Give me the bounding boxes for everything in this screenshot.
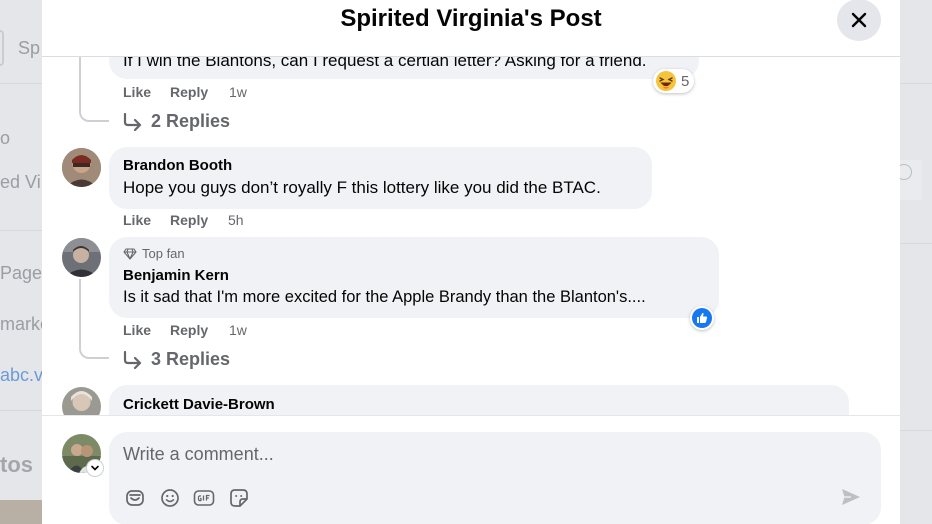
divider <box>900 430 932 431</box>
comment-text: If I win the Blantons, can I request a c… <box>123 57 647 70</box>
dialog-title: Spirited Virginia's Post <box>340 5 602 32</box>
comment-bubble: Crickett Davie-Brown <box>109 385 849 415</box>
sticker-button[interactable] <box>228 487 250 509</box>
comment-author[interactable]: Benjamin Kern <box>123 267 229 284</box>
reply-button[interactable]: Reply <box>170 212 208 228</box>
like-button[interactable]: Like <box>123 84 151 100</box>
like-button[interactable]: Like <box>123 322 151 338</box>
comment-composer <box>42 415 900 524</box>
post-dialog: Spirited Virginia's Post If I win the Bl… <box>42 0 900 524</box>
comment-author[interactable]: Crickett Davie-Brown <box>123 396 275 413</box>
reaction-summary[interactable] <box>690 306 714 330</box>
background-text: Sp <box>18 38 41 58</box>
comment-bubble: Top fan Benjamin Kern Is it sad that I'm… <box>109 237 719 318</box>
top-fan-badge: Top fan <box>123 246 185 261</box>
haha-emoji-icon <box>656 71 676 91</box>
reply-arrow-icon <box>123 350 142 369</box>
background-text: o <box>0 128 11 148</box>
comments-list: If I win the Blantons, can I request a c… <box>42 57 900 415</box>
avatar-image <box>62 148 101 187</box>
view-replies-button[interactable]: 3 Replies <box>123 349 230 370</box>
view-replies-button[interactable]: 2 Replies <box>123 111 230 132</box>
background-text: tos <box>0 452 33 477</box>
gif-icon <box>193 490 215 506</box>
background-shape <box>0 30 4 66</box>
thread-line <box>79 57 109 122</box>
comment-author[interactable]: Brandon Booth <box>123 157 232 174</box>
sticker-icon <box>230 489 248 507</box>
comment-input[interactable] <box>123 444 723 465</box>
divider <box>0 230 42 231</box>
reply-button[interactable]: Reply <box>170 322 208 338</box>
close-icon <box>851 12 867 28</box>
avatar-image <box>62 238 101 277</box>
background-page-right <box>896 0 932 524</box>
reaction-summary[interactable]: 5 <box>653 69 695 93</box>
divider <box>900 83 932 84</box>
avatar-sticker-button[interactable] <box>124 487 146 509</box>
background-text: ed Vi <box>0 172 41 192</box>
account-switcher[interactable] <box>87 460 103 476</box>
avatar[interactable] <box>62 148 101 187</box>
diamond-icon <box>123 247 137 260</box>
dialog-header: Spirited Virginia's Post <box>42 0 900 57</box>
reply-arrow-icon <box>123 112 142 131</box>
divider <box>0 83 42 84</box>
emoji-button[interactable] <box>159 487 181 509</box>
gif-button[interactable] <box>193 487 215 509</box>
comment-text: Hope you guys don’t royally F this lotte… <box>123 178 601 197</box>
like-reaction-icon <box>692 308 712 328</box>
comment-bubble: Brandon Booth Hope you guys don’t royall… <box>109 147 652 209</box>
emoji-icon <box>161 489 179 507</box>
replies-label: 3 Replies <box>151 349 231 369</box>
background-photo <box>0 500 42 524</box>
close-button[interactable] <box>837 0 881 41</box>
avatar[interactable] <box>62 238 101 277</box>
comment-text: Is it sad that I'm more excited for the … <box>123 288 646 306</box>
avatar-sticker-icon <box>126 490 144 506</box>
comment-bubble: If I win the Blantons, can I request a c… <box>109 57 699 79</box>
background-page-left: Sp o ed Vi Page · marke abc.vi tos <box>0 0 53 524</box>
comment-timestamp[interactable]: 1w <box>229 322 247 338</box>
background-link: abc.vi <box>0 365 48 385</box>
reaction-count: 5 <box>681 72 690 90</box>
comment-box <box>109 432 881 524</box>
avatar[interactable] <box>62 387 101 415</box>
thread-line <box>79 279 109 359</box>
comment-timestamp[interactable]: 5h <box>228 212 244 228</box>
divider <box>900 243 932 244</box>
like-button[interactable]: Like <box>123 212 151 228</box>
top-fan-label: Top fan <box>142 246 185 261</box>
send-icon <box>842 489 860 505</box>
reply-button[interactable]: Reply <box>170 84 208 100</box>
chevron-down-icon <box>91 465 99 471</box>
comment-timestamp[interactable]: 1w <box>229 84 247 100</box>
avatar-image <box>62 387 101 415</box>
replies-label: 2 Replies <box>151 111 231 131</box>
divider <box>0 410 42 411</box>
send-button[interactable] <box>840 486 862 508</box>
